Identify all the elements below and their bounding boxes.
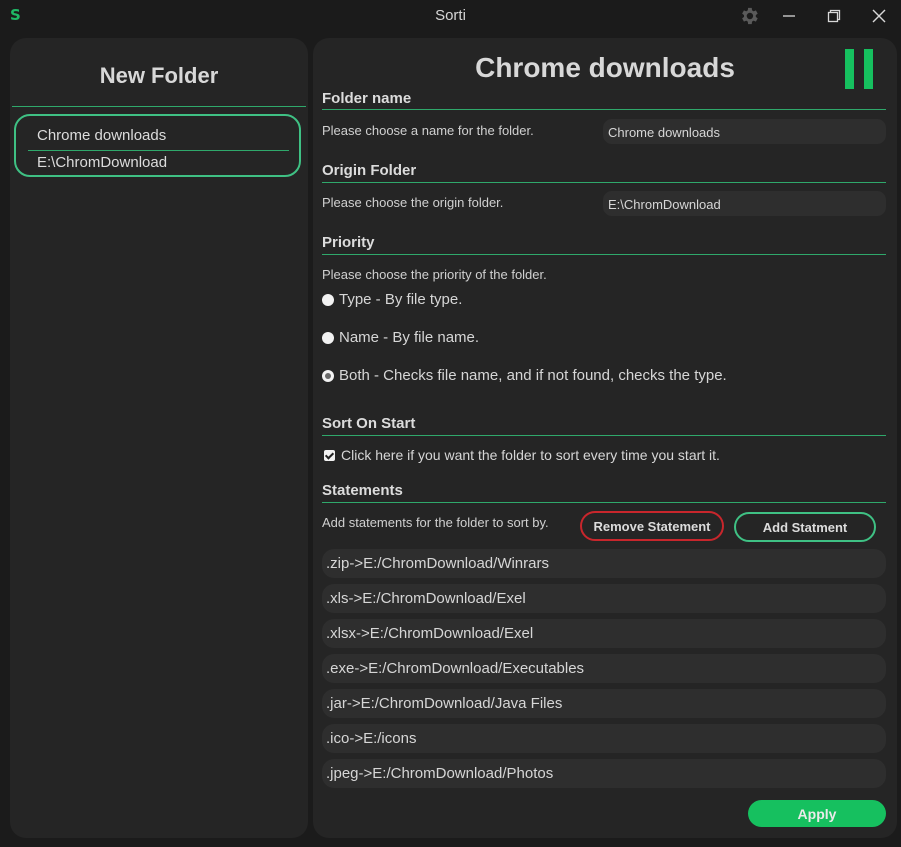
folder-settings-panel: Chrome downloads Folder name Please choo… xyxy=(313,38,897,838)
window-title: Sorti xyxy=(435,7,466,24)
section-heading-origin-folder: Origin Folder xyxy=(322,162,417,179)
origin-folder-description: Please choose the origin folder. xyxy=(322,195,504,210)
folder-name-input[interactable]: Chrome downloads xyxy=(603,119,886,144)
origin-folder-input[interactable]: E:\ChromDownload xyxy=(603,191,886,216)
statement-item[interactable]: .jpeg->E:/ChromDownload/Photos xyxy=(322,759,886,788)
folders-sidebar: New Folder Chrome downloads E:\ChromDown… xyxy=(10,38,308,838)
statement-list: .zip->E:/ChromDownload/Winrars .xls->E:/… xyxy=(322,549,886,794)
checkbox-label: Click here if you want the folder to sor… xyxy=(341,447,720,463)
section-heading-priority: Priority xyxy=(322,234,375,251)
section-heading-statements: Statements xyxy=(322,482,403,499)
priority-option-type[interactable]: Type - By file type. xyxy=(322,291,462,308)
divider xyxy=(322,435,886,436)
title-bar: S Sorti xyxy=(0,0,901,32)
minimize-icon[interactable] xyxy=(774,4,804,28)
radio-button[interactable] xyxy=(322,331,334,344)
apply-button[interactable]: Apply xyxy=(748,800,886,827)
settings-gear-icon[interactable] xyxy=(734,4,764,28)
radio-label: Both - Checks file name, and if not foun… xyxy=(339,367,727,384)
checkbox-checked[interactable] xyxy=(324,449,335,461)
statements-description: Add statements for the folder to sort by… xyxy=(322,515,549,530)
close-icon[interactable] xyxy=(864,4,894,28)
statement-item[interactable]: .ico->E:/icons xyxy=(322,724,886,753)
add-statement-button[interactable]: Add Statment xyxy=(734,512,876,542)
radio-label: Type - By file type. xyxy=(339,291,463,308)
folder-card[interactable]: Chrome downloads E:\ChromDownload xyxy=(14,114,301,177)
section-heading-sort-on-start: Sort On Start xyxy=(322,415,416,432)
restore-icon[interactable] xyxy=(819,4,849,28)
remove-statement-button[interactable]: Remove Statement xyxy=(580,511,724,541)
priority-option-both[interactable]: Both - Checks file name, and if not foun… xyxy=(322,367,727,384)
radio-button[interactable] xyxy=(322,293,334,306)
divider xyxy=(28,150,289,151)
statement-item[interactable]: .exe->E:/ChromDownload/Executables xyxy=(322,654,886,683)
divider xyxy=(322,182,886,183)
divider xyxy=(12,106,306,107)
radio-button-selected[interactable] xyxy=(322,369,334,382)
divider xyxy=(322,254,886,255)
pause-icon[interactable] xyxy=(845,49,873,89)
statement-item[interactable]: .xls->E:/ChromDownload/Exel xyxy=(322,584,886,613)
radio-label: Name - By file name. xyxy=(339,329,480,346)
sort-on-start-toggle[interactable]: Click here if you want the folder to sor… xyxy=(324,447,720,463)
section-heading-folder-name: Folder name xyxy=(322,90,412,107)
priority-option-name[interactable]: Name - By file name. xyxy=(322,329,479,346)
statement-item[interactable]: .jar->E:/ChromDownload/Java Files xyxy=(322,689,886,718)
folder-card-path: E:\ChromDownload xyxy=(37,154,168,171)
folder-name-description: Please choose a name for the folder. xyxy=(322,123,534,138)
statement-item[interactable]: .zip->E:/ChromDownload/Winrars xyxy=(322,549,886,578)
statement-item[interactable]: .xlsx->E:/ChromDownload/Exel xyxy=(322,619,886,648)
divider xyxy=(322,502,886,503)
new-folder-button[interactable]: New Folder xyxy=(10,63,308,89)
folder-card-name: Chrome downloads xyxy=(37,127,167,144)
divider xyxy=(322,109,886,110)
page-title: Chrome downloads xyxy=(475,52,735,83)
priority-description: Please choose the priority of the folder… xyxy=(322,267,547,282)
